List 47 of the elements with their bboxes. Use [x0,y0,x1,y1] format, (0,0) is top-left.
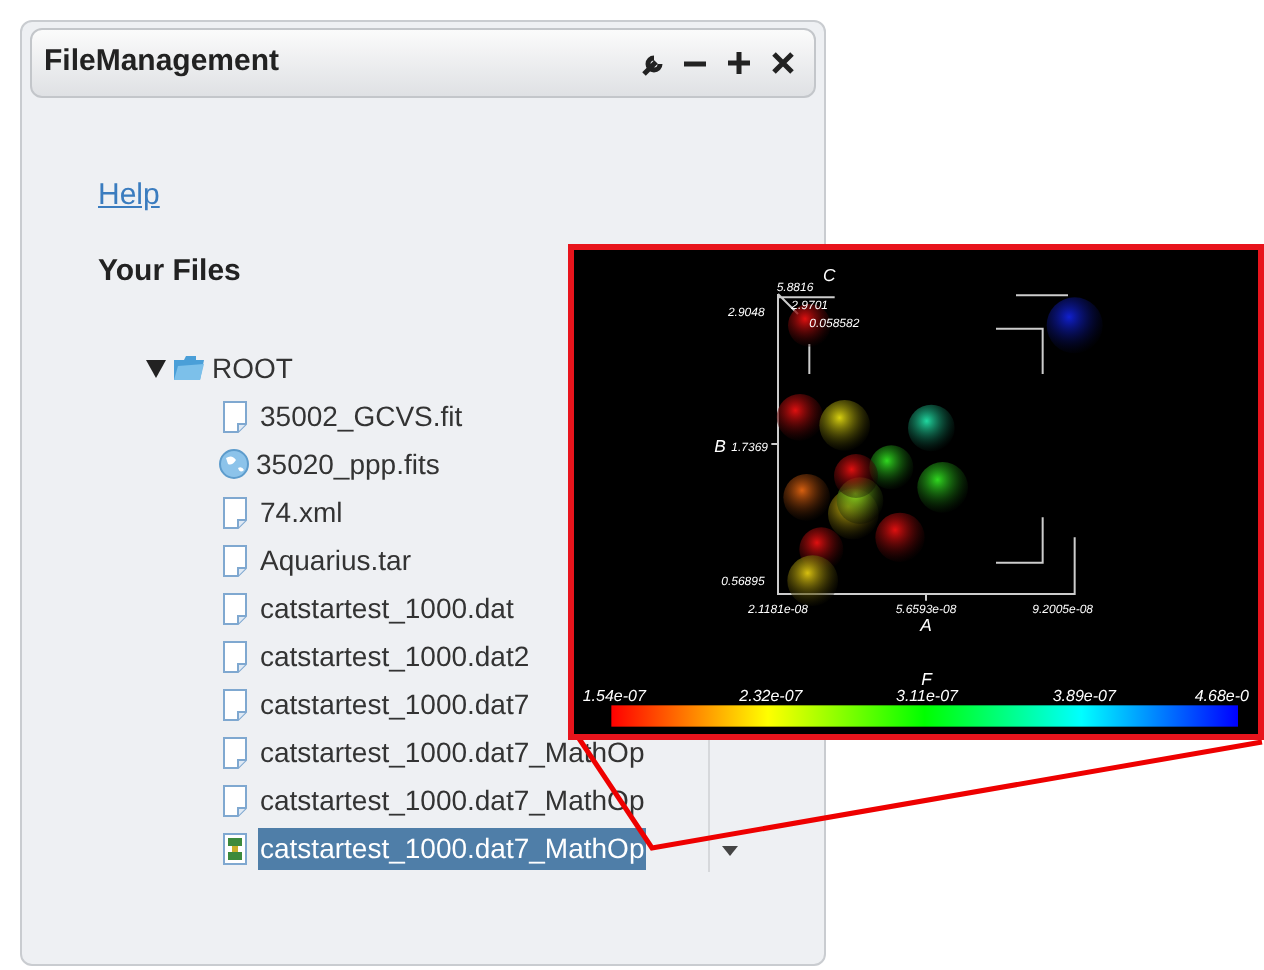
colorbar-tick-label: 3.89e-07 [1052,687,1116,706]
folder-icon [172,354,206,382]
expand-arrow-icon[interactable] [146,359,166,377]
sphere [819,400,870,451]
window-title: FileManagement [44,42,282,83]
tree-item[interactable]: 35020_ppp.fits [254,443,442,485]
wrench-icon[interactable] [642,50,668,76]
document-icon [222,543,248,577]
tree-item[interactable]: 74.xml [258,491,345,533]
tree-item[interactable]: 35002_GCVS.fit [258,395,465,437]
colorbar-tick-label: 1.54e-07 [582,687,646,706]
sphere [875,512,925,562]
image-file-icon [222,831,248,865]
tree-item[interactable]: catstartest_1000.dat7 [258,683,532,725]
maximize-icon[interactable] [728,52,750,74]
globe-icon [218,448,250,480]
tree-item[interactable]: Aquarius.tar [258,539,413,581]
document-icon [222,783,248,817]
tree-item[interactable]: catstartest_1000.dat [258,587,516,629]
document-icon [222,735,248,769]
axis-label: A [920,614,932,635]
document-icon [222,687,248,721]
tree-item[interactable]: catstartest_1000.dat2 [258,635,532,677]
tree-item[interactable]: catstartest_1000.dat7_MathOp [258,827,647,869]
colorbar-tick-label: 2.32e-07 [739,687,803,706]
axis-label: B [714,436,726,456]
document-icon [222,639,248,673]
sphere [869,445,914,490]
colorbar-tick-label: 3.11e-07 [896,687,958,706]
sphere [917,462,968,513]
sphere [1046,297,1103,354]
sphere [834,454,878,498]
document-icon [222,591,248,625]
colorbar-tick-label: 4.68e-0 [1194,687,1249,706]
document-icon [222,495,248,529]
sphere [776,394,824,441]
document-icon [222,399,248,433]
axis-label: C [823,264,836,285]
help-link[interactable]: Help [98,178,160,212]
scroll-down-arrow-icon[interactable] [722,846,738,856]
sphere [908,404,955,452]
colorbar-label: F [921,669,932,690]
close-icon[interactable] [772,52,794,74]
section-heading: Your Files [98,254,241,288]
tree-item[interactable]: ROOT [212,347,293,389]
sphere [783,474,830,521]
sphere [787,555,838,606]
